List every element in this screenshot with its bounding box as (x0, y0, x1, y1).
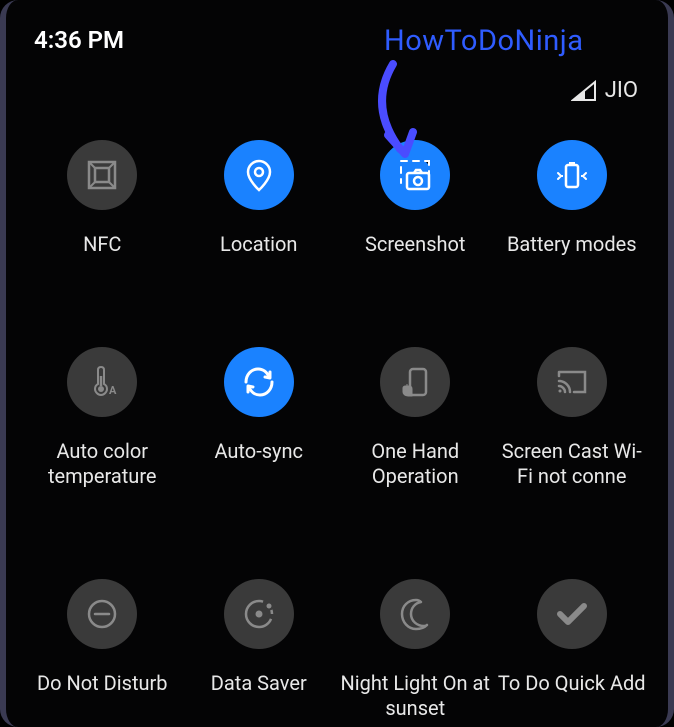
screenshot-icon (397, 157, 433, 193)
tile-todo-quick-add-circle (537, 579, 607, 649)
tile-night-light[interactable]: Night Light On at sunset (337, 579, 494, 721)
svg-text:A: A (109, 384, 117, 397)
nfc-icon (84, 157, 120, 193)
tile-nfc-circle (67, 140, 137, 210)
one-hand-icon (397, 364, 433, 400)
data-saver-icon (241, 596, 277, 632)
tile-one-hand-circle (380, 347, 450, 417)
phone-screen: 4:36 PM HowToDoNinja JIO NFC (0, 0, 674, 727)
tile-nfc[interactable]: NFC (24, 140, 181, 257)
moon-icon (397, 596, 433, 632)
tile-auto-color-temp-label: Auto color temperature (27, 439, 177, 489)
carrier-label: JIO (605, 78, 638, 103)
checkmark-icon (554, 596, 590, 632)
tile-screen-cast[interactable]: Screen Cast Wi-Fi not conne (494, 347, 651, 489)
tile-one-hand[interactable]: One Hand Operation (337, 347, 494, 489)
tile-screenshot-circle (380, 140, 450, 210)
tile-screen-cast-circle (537, 347, 607, 417)
tile-screenshot[interactable]: Screenshot (337, 140, 494, 257)
cast-icon (554, 364, 590, 400)
thermometer-icon: A (84, 364, 120, 400)
tile-nfc-label: NFC (83, 232, 121, 257)
quick-settings-grid: NFC Location Screenshot (6, 60, 668, 721)
tile-auto-sync[interactable]: Auto-sync (181, 347, 338, 489)
signal-icon (571, 80, 597, 102)
tile-battery-modes-circle (537, 140, 607, 210)
signal-area: JIO (571, 78, 638, 103)
status-time: 4:36 PM (34, 26, 124, 54)
tile-todo-quick-add-label: To Do Quick Add (498, 671, 646, 696)
tile-data-saver-circle (224, 579, 294, 649)
location-icon (241, 157, 277, 193)
tile-battery-modes-label: Battery modes (507, 232, 637, 257)
tile-data-saver[interactable]: Data Saver (181, 579, 338, 721)
tile-night-light-label: Night Light On at sunset (340, 671, 490, 721)
tile-battery-modes[interactable]: Battery modes (494, 140, 651, 257)
sync-icon (241, 364, 277, 400)
tile-dnd-label: Do Not Disturb (37, 671, 168, 696)
tile-auto-color-temp-circle: A (67, 347, 137, 417)
tile-location[interactable]: Location (181, 140, 338, 257)
tile-auto-color-temp[interactable]: A Auto color temperature (24, 347, 181, 489)
tile-screen-cast-label: Screen Cast Wi-Fi not conne (497, 439, 647, 489)
tile-location-label: Location (220, 232, 297, 257)
dnd-icon (84, 596, 120, 632)
watermark-text: HowToDoNinja (384, 24, 584, 58)
tile-auto-sync-circle (224, 347, 294, 417)
tile-one-hand-label: One Hand Operation (340, 439, 490, 489)
tile-todo-quick-add[interactable]: To Do Quick Add (494, 579, 651, 721)
tile-location-circle (224, 140, 294, 210)
tile-data-saver-label: Data Saver (211, 671, 307, 696)
tile-screenshot-label: Screenshot (365, 232, 465, 257)
tile-night-light-circle (380, 579, 450, 649)
tile-dnd-circle (67, 579, 137, 649)
tile-dnd[interactable]: Do Not Disturb (24, 579, 181, 721)
tile-auto-sync-label: Auto-sync (214, 439, 303, 464)
battery-modes-icon (554, 157, 590, 193)
